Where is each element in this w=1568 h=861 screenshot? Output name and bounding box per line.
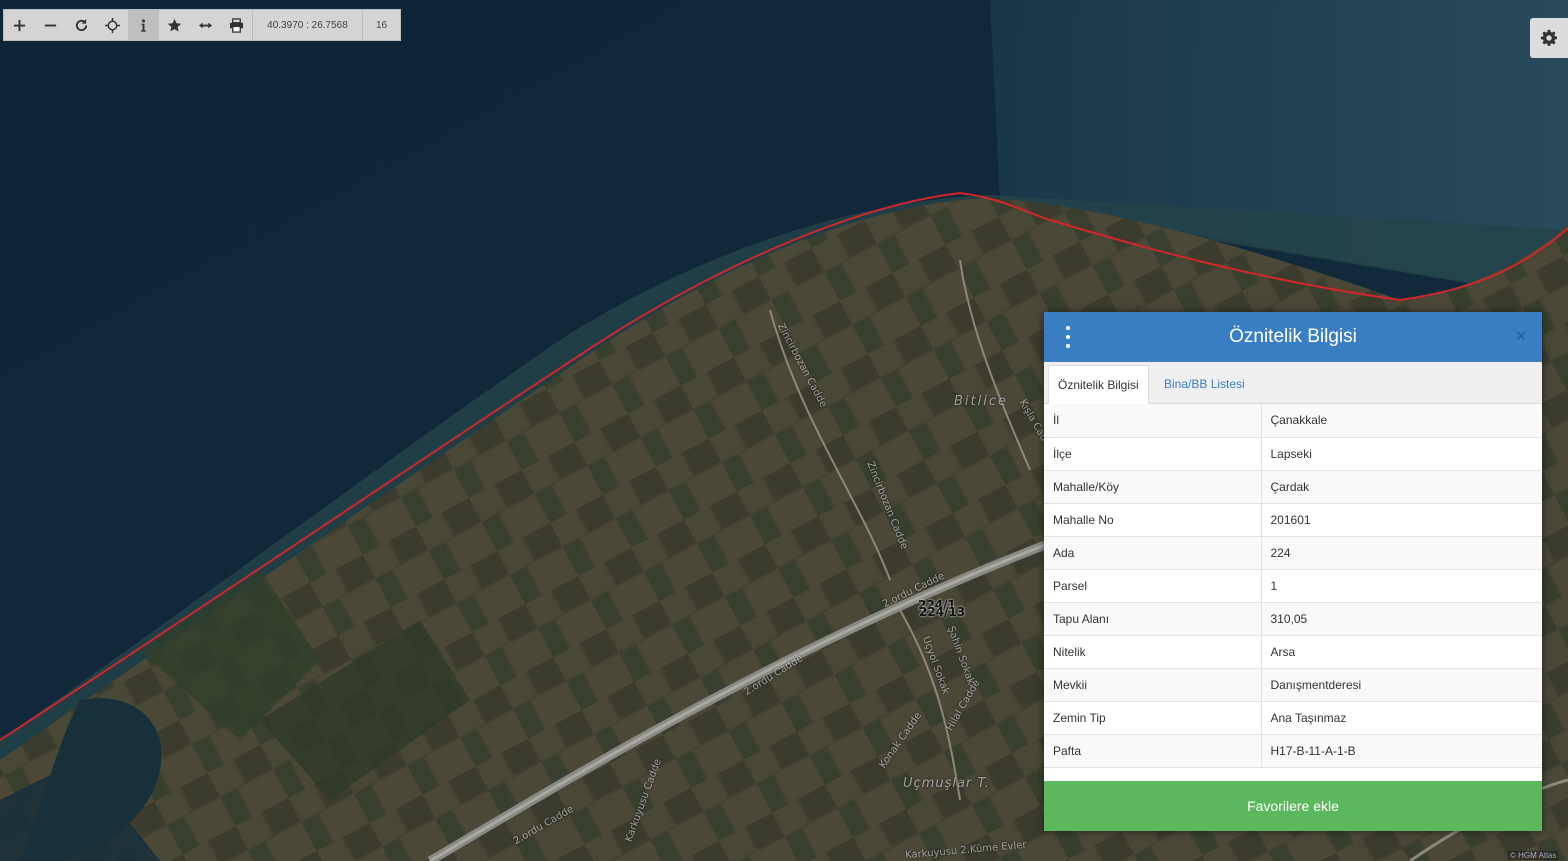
table-row: Parsel 1 (1044, 569, 1542, 603)
attribute-value: Ana Taşınmaz (1261, 701, 1542, 735)
coordinate-readout: 40.3970 : 26.7568 (252, 10, 363, 40)
print-icon (229, 17, 244, 33)
tab-building-list[interactable]: Bina/BB Listesi (1155, 365, 1254, 404)
minus-icon (44, 24, 57, 26)
crosshair-icon (105, 17, 120, 33)
zoom-out-button[interactable] (35, 10, 66, 40)
close-button[interactable]: × (1512, 324, 1530, 348)
attribute-value: 1 (1261, 569, 1542, 603)
info-icon (141, 18, 146, 32)
attribute-key: İl (1044, 404, 1262, 438)
table-row: Ada 224 (1044, 536, 1542, 570)
favorites-button[interactable] (159, 10, 190, 40)
attribute-key: Pafta (1044, 734, 1262, 768)
table-row: Mevkii Danışmentderesi (1044, 668, 1542, 702)
locate-button[interactable] (97, 10, 128, 40)
attribute-key: Mevkii (1044, 668, 1262, 702)
attribute-key: Parsel (1044, 569, 1262, 603)
star-icon (167, 18, 182, 31)
attribute-value: Çanakkale (1261, 404, 1542, 438)
plus-icon (13, 19, 26, 31)
panel-tabs: Öznitelik Bilgisi Bina/BB Listesi (1044, 362, 1542, 405)
attribute-key: Mahalle No (1044, 503, 1262, 537)
attribute-key: Ada (1044, 536, 1262, 570)
table-row: Tapu Alanı 310,05 (1044, 602, 1542, 636)
attribute-value: Çardak (1261, 470, 1542, 504)
refresh-button[interactable] (66, 10, 97, 40)
table-row: Nitelik Arsa (1044, 635, 1542, 669)
attribute-table: İl Çanakkale İlçe Lapseki Mahalle/Köy Çarda… (1044, 404, 1542, 768)
measure-button[interactable] (190, 10, 221, 40)
table-row: Mahalle No 201601 (1044, 503, 1542, 537)
zoom-level: 16 (375, 19, 388, 31)
attribute-value: 201601 (1261, 503, 1542, 537)
table-row: İl Çanakkale (1044, 404, 1542, 438)
table-row: Zemin Tip Ana Taşınmaz (1044, 701, 1542, 735)
table-row: İlçe Lapseki (1044, 437, 1542, 471)
parcel-label-b: 224/13 (919, 605, 966, 619)
place-label-bitlice: Bitlice (954, 394, 1008, 409)
map-attribution: © HGM Atlas (1508, 851, 1559, 860)
table-row: Pafta H17-B-11-A-1-B (1044, 734, 1542, 768)
info-button[interactable] (128, 10, 159, 40)
attribute-value: H17-B-11-A-1-B (1261, 734, 1542, 768)
print-button[interactable] (221, 10, 252, 40)
settings-button[interactable] (1530, 18, 1568, 58)
attribute-key: İlçe (1044, 437, 1262, 471)
attribute-info-panel: Öznitelik Bilgisi × Öznitelik Bilgisi Bi… (1044, 312, 1542, 831)
attribute-key: Zemin Tip (1044, 701, 1262, 735)
map-toolbar: 40.3970 : 26.7568 16 (3, 9, 401, 41)
place-label-ucmuslar: Uçmuşlar T. (903, 776, 990, 791)
attribute-key: Tapu Alanı (1044, 602, 1262, 636)
attribute-key: Nitelik (1044, 635, 1262, 669)
panel-header: Öznitelik Bilgisi × (1044, 312, 1542, 362)
refresh-icon (75, 18, 88, 31)
add-to-favorites-button[interactable]: Favorilere ekle (1044, 781, 1542, 831)
attribute-value: Lapseki (1261, 437, 1542, 471)
gear-icon (1540, 29, 1558, 46)
attribute-key: Mahalle/Köy (1044, 470, 1262, 504)
measure-icon (198, 22, 213, 28)
table-row: Mahalle/Köy Çardak (1044, 470, 1542, 504)
attribute-value: Danışmentderesi (1261, 668, 1542, 702)
panel-title: Öznitelik Bilgisi (1229, 326, 1357, 347)
tab-attribute-info[interactable]: Öznitelik Bilgisi (1048, 365, 1149, 405)
attribute-value: 310,05 (1261, 602, 1542, 636)
attribute-value: Arsa (1261, 635, 1542, 669)
attribute-value: 224 (1261, 536, 1542, 570)
zoom-in-button[interactable] (4, 10, 35, 40)
